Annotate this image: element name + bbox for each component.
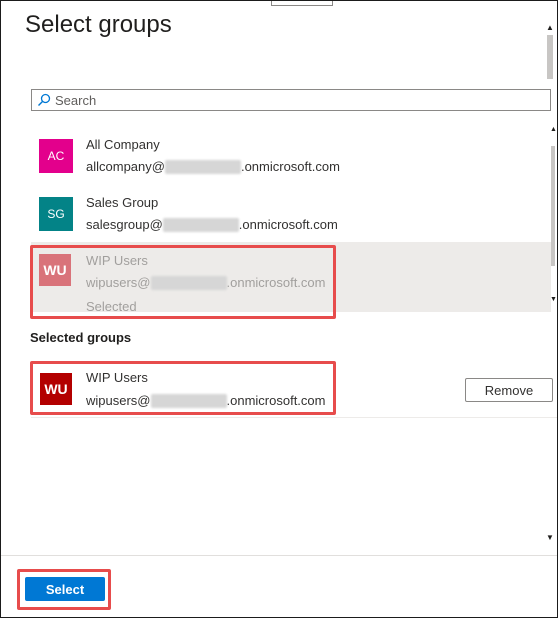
remove-button[interactable]: Remove [465,378,553,402]
scroll-up-arrow-icon[interactable]: ▲ [546,23,554,32]
panel-title: Select groups [25,11,172,38]
list-scrollbar[interactable]: ▲ ▼ [549,126,557,312]
scroll-down-arrow-icon[interactable]: ▼ [546,533,554,542]
redacted-domain [162,217,239,232]
search-input[interactable]: Search [31,89,551,111]
highlight-box-selected-group [30,361,336,415]
list-scroll-thumb[interactable] [551,146,555,266]
group-name: Sales Group [86,195,159,210]
avatar: SG [39,197,73,231]
group-email: allcompany@ .onmicrosoft.com [86,159,340,174]
select-groups-panel: Select groups ▲ ▼ Search AC All Company … [0,0,558,618]
list-item-sales-group[interactable]: SG Sales Group salesgroup@ .onmicrosoft.… [31,184,551,242]
email-prefix: allcompany@ [86,159,165,174]
footer-divider [1,555,557,556]
search-placeholder: Search [55,92,97,108]
list-scroll-down-icon[interactable]: ▼ [550,296,557,303]
email-prefix: salesgroup@ [86,217,163,232]
list-scroll-up-icon[interactable]: ▲ [550,126,557,133]
redacted-domain [164,159,241,174]
highlight-box-list-selection [30,245,336,319]
selected-groups-heading: Selected groups [30,330,132,345]
search-icon [38,93,51,106]
email-suffix: .onmicrosoft.com [238,217,338,232]
panel-scroll-thumb[interactable] [547,35,553,79]
avatar: AC [39,139,73,173]
list-item-all-company[interactable]: AC All Company allcompany@ .onmicrosoft.… [31,126,551,184]
top-tab-handle [271,1,333,6]
highlight-box-select-button [17,569,111,610]
group-email: salesgroup@ .onmicrosoft.com [86,217,338,232]
group-name: All Company [86,137,160,152]
email-suffix: .onmicrosoft.com [240,159,340,174]
